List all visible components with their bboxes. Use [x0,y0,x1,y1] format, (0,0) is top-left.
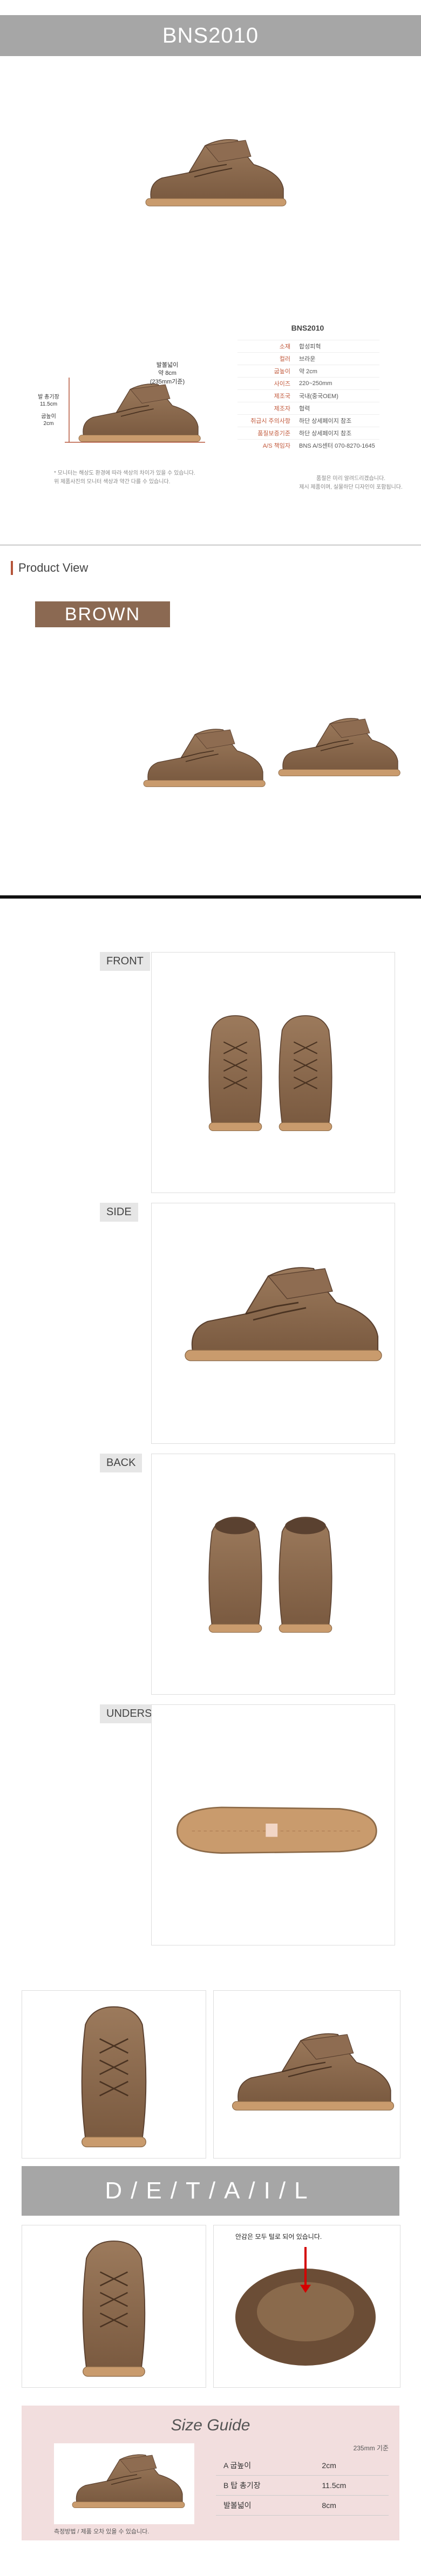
spec-value: 브라운 [295,352,379,365]
product-view-heading: Product View [11,561,88,575]
spec-row: 제조국 국내(중국OEM) [237,389,379,402]
spec-row: 소재 합성피혁 [237,340,379,353]
spec-key: 제조자 [237,402,295,415]
spec-row: 품질보증기준 하단 상세페이지 참조 [237,427,379,440]
size-guide-row: B 탑 총기장 11.5cm [216,2475,389,2496]
spec-value: BNS A/S센터 070-8270-1645 [295,439,379,451]
sole-label: 굽높이 [41,414,56,420]
front-view-photo [151,952,395,1193]
sole-value: 2cm [43,421,54,427]
spec-key: 제조국 [237,389,295,402]
size-guide-key: 발볼넓이 [216,2495,315,2516]
detail-photo-toe [22,2225,206,2388]
spec-row: 굽높이 약 2cm [237,365,379,378]
spec-key: A/S 책임자 [237,439,295,451]
heel-basis: (235mm기준) [150,378,185,385]
view-label-side: SIDE [100,1203,138,1222]
note-line: 위 제품사진의 모니터 색상과 약간 다를 수 있습니다. [54,479,171,485]
size-guide-caption: 측정방법 / 제품 오차 있을 수 있습니다. [54,2529,150,2535]
spec-key: 취급시 주의사항 [237,414,295,427]
heel-label: 발볼넓이 [156,362,179,368]
detail-photo-seam [213,1990,400,2159]
notes-right: 품절은 미리 알려드리겠습니다. 제시 제품이며, 실물하단 디자인이 포함됩니… [291,475,410,492]
spec-row: A/S 책임자 BNS A/S센터 070-8270-1645 [237,439,379,451]
size-guide-basis: 235mm 기준 [353,2444,389,2452]
spec-title: BNS2010 [291,324,324,332]
spec-key: 사이즈 [237,377,295,390]
size-guide-table-wrap: 235mm 기준 A 굽높이 2cm B 탑 총기장 11.5cm 발볼넓이 8cm [216,2443,389,2516]
size-guide-value: 11.5cm [314,2475,389,2496]
detail-photo-lining: 안감은 모두 털로 되어 있습니다. [213,2225,400,2388]
spec-key: 굽높이 [237,365,295,378]
measurement-diagram: 발 총기장 11.5cm 굽높이 2cm 발볼넓이 약 8cm (235mm기준… [32,361,210,469]
spec-row: 사이즈 220~250mm [237,377,379,390]
spec-value: 국내(중국OEM) [295,389,379,402]
spec-row: 컬러 브라운 [237,352,379,365]
note-line: 품절은 미리 알려드리겠습니다. [316,476,385,482]
color-tab-brown[interactable]: BROWN [35,601,170,627]
size-guide-panel: Size Guide 측정방법 / 제품 오차 있을 수 있습니다. 235mm… [22,2406,399,2540]
product-title-bar: BNS2010 [0,15,421,56]
size-guide-table: A 굽높이 2cm B 탑 총기장 11.5cm 발볼넓이 8cm [216,2456,389,2516]
spec-value: 협력 [295,402,379,415]
spec-value: 하단 상세페이지 참조 [295,427,379,440]
note-line: 제시 제품이며, 실물하단 디자인이 포함됩니다. [299,484,403,490]
detail-bar: D/E/T/A/I/L [22,2166,399,2216]
section-divider [0,895,421,899]
height-value: 11.5cm [39,401,58,407]
spec-row: 제조자 협력 [237,402,379,415]
size-guide-row: 발볼넓이 8cm [216,2495,389,2516]
size-guide-row: A 굽높이 2cm [216,2456,389,2476]
side-view-photo [151,1203,395,1444]
spec-value: 하단 상세페이지 참조 [295,414,379,427]
underside-view-photo [151,1704,395,1945]
lining-callout: 안감은 모두 털로 되어 있습니다. [235,2233,322,2241]
pair-image [130,685,410,847]
view-label-back: BACK [100,1454,142,1472]
size-guide-key: B 탑 총기장 [216,2475,315,2496]
spec-panel: BNS2010 소재 합성피혁 컬러 브라운 굽높이 약 2cm 사이즈 220~250mm 제… [237,324,399,451]
spec-value: 합성피혁 [295,340,379,353]
heel-value: 약 8cm [158,370,176,377]
spec-key: 소재 [237,340,295,353]
height-label: 발 총기장 [38,394,59,400]
size-guide-value: 2cm [314,2456,389,2476]
spec-value: 220~250mm [295,377,379,390]
spec-key: 품질보증기준 [237,427,295,440]
spec-value: 약 2cm [295,365,379,378]
notes-left: * 모니터는 해상도 환경에 따라 색상의 차이가 있을 수 있습니다. 위 제… [54,469,216,487]
views-section: FRONT SIDE BACK UNDERSIDE [100,952,397,1950]
product-title: BNS2010 [162,23,259,47]
note-line: * 모니터는 해상도 환경에 따라 색상의 차이가 있을 수 있습니다. [54,470,195,476]
size-guide-key: A 굽높이 [216,2456,315,2476]
size-guide-title: Size Guide [171,2416,250,2434]
detail-photo-lace [22,1990,206,2159]
spec-table: 소재 합성피혁 컬러 브라운 굽높이 약 2cm 사이즈 220~250mm 제조국 국내(중국O… [237,340,379,451]
main-product-image [130,108,291,237]
spec-key: 컬러 [237,352,295,365]
size-guide-value: 8cm [314,2495,389,2516]
back-view-photo [151,1454,395,1695]
view-label-front: FRONT [100,952,150,971]
spec-row: 취급시 주의사항 하단 상세페이지 참조 [237,414,379,427]
size-guide-image [54,2443,194,2524]
